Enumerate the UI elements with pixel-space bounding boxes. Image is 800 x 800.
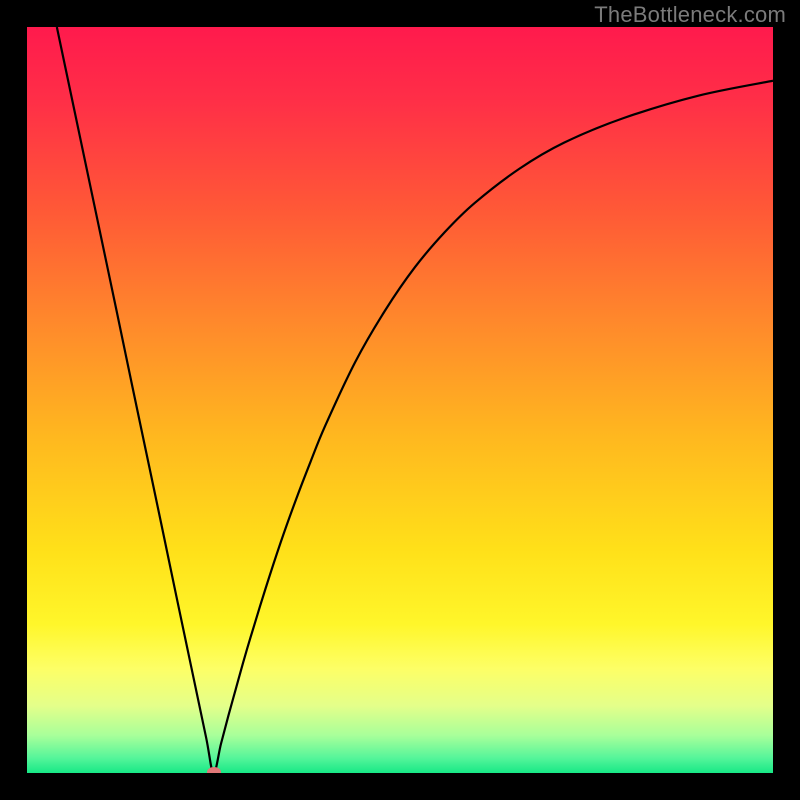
minimum-marker xyxy=(207,767,221,773)
chart-frame: TheBottleneck.com xyxy=(0,0,800,800)
plot-area xyxy=(27,27,773,773)
bottleneck-curve xyxy=(27,27,773,773)
watermark-text: TheBottleneck.com xyxy=(594,2,786,28)
